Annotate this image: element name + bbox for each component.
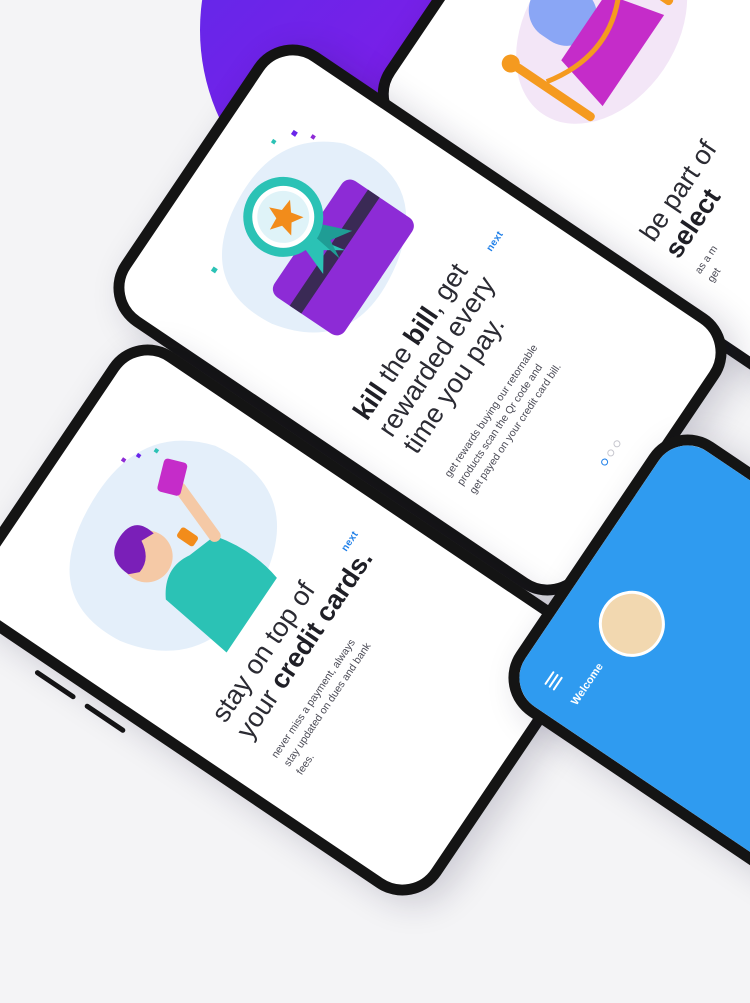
page-dot-2[interactable] <box>605 448 616 458</box>
welcome-title: Welcome <box>569 661 606 708</box>
select-body: as a m get <box>692 243 734 286</box>
avatar <box>586 578 678 670</box>
page-dot-1[interactable] <box>599 457 610 467</box>
next-button[interactable]: next <box>485 229 506 253</box>
page-dot-3[interactable] <box>612 438 622 449</box>
page-indicator <box>599 438 622 467</box>
select-headline: be part of select <box>634 135 748 263</box>
menu-icon[interactable] <box>544 670 565 693</box>
